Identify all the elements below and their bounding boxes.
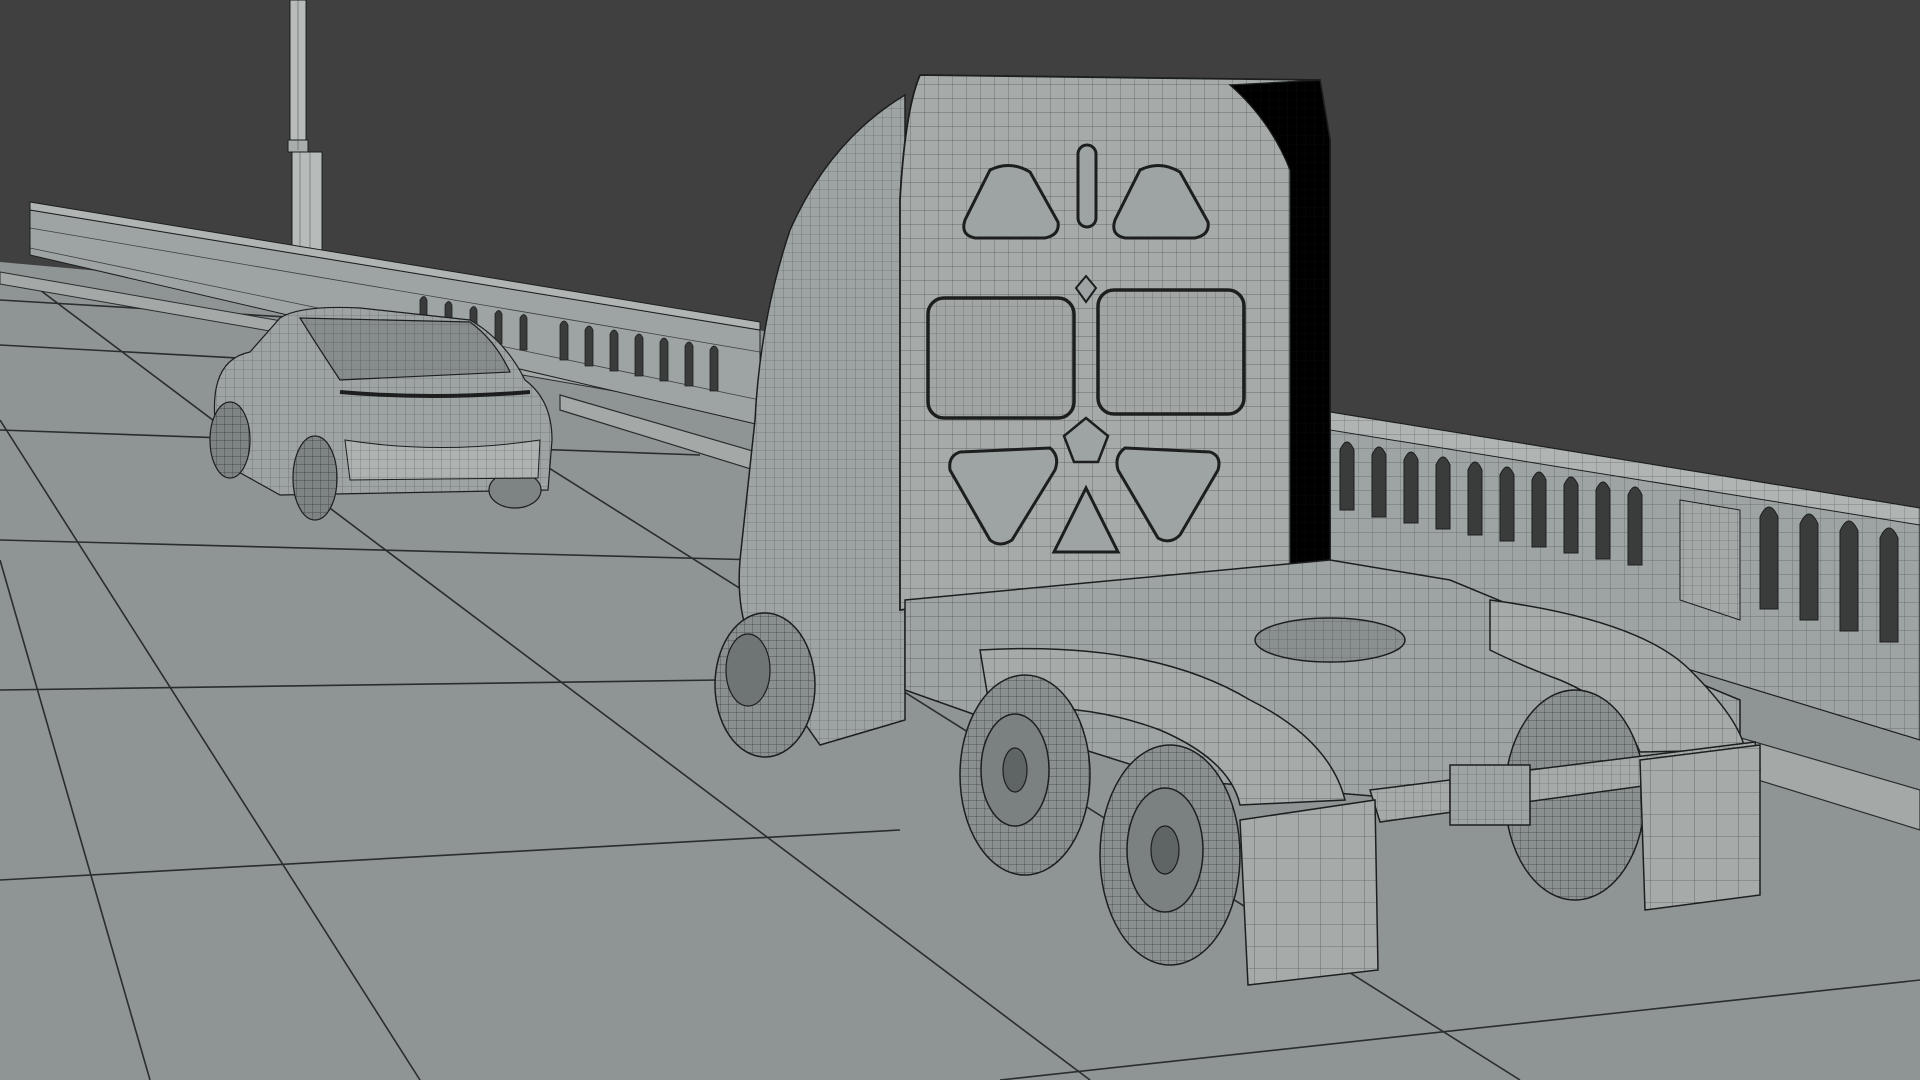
viewport-canvas	[0, 0, 1920, 1080]
3d-viewport[interactable]	[0, 0, 1920, 1080]
